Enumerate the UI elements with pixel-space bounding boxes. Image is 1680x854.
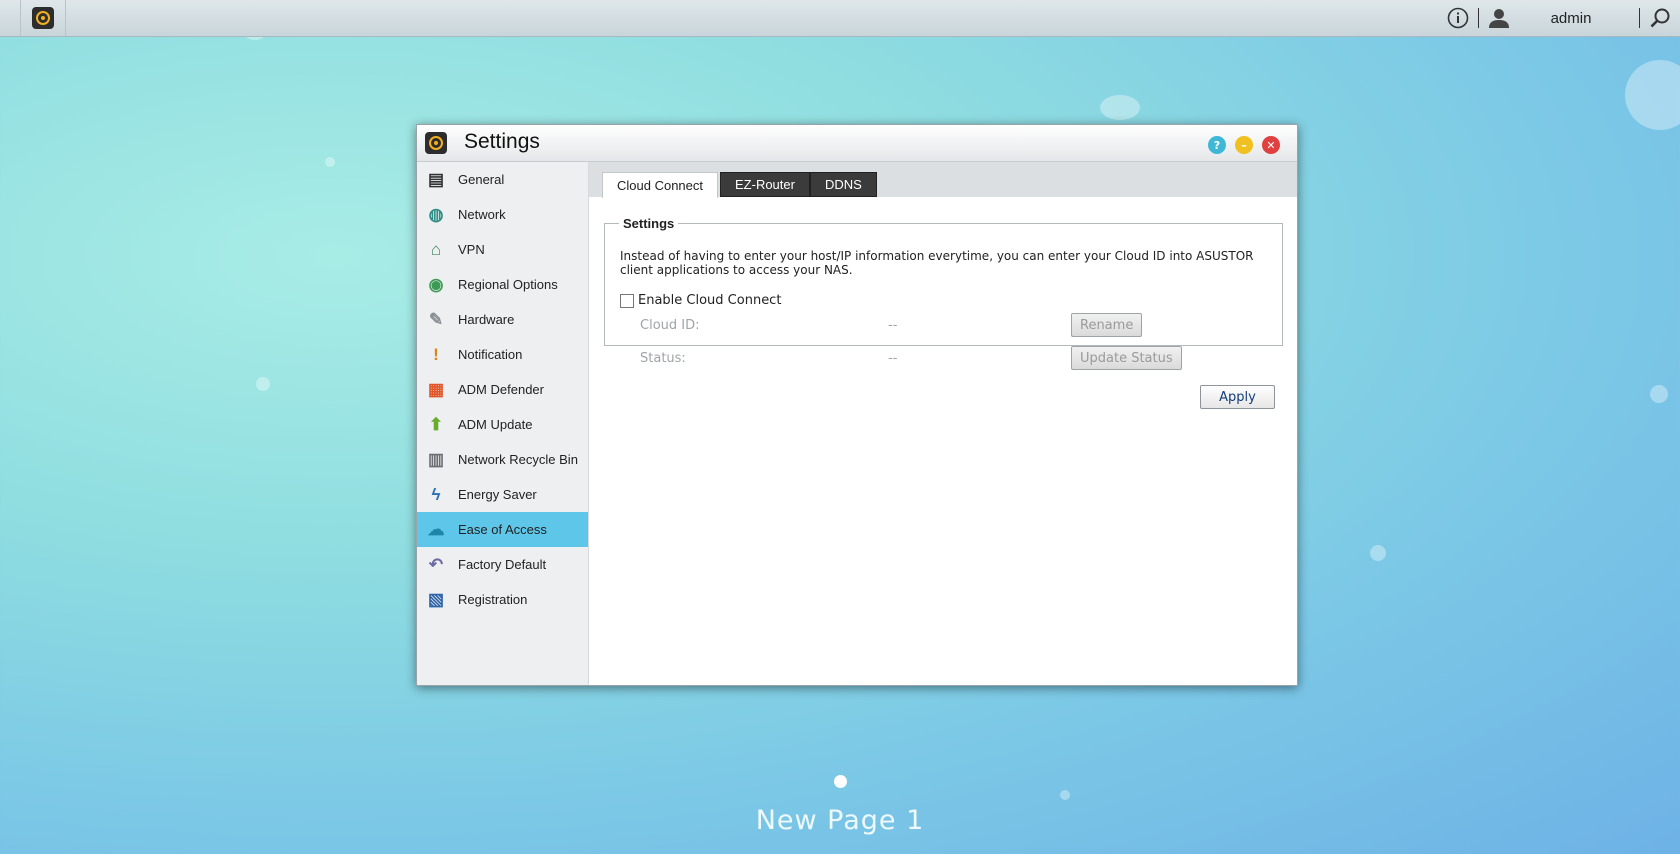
page-indicator-dot[interactable] xyxy=(834,775,847,788)
firewall-icon: ▦ xyxy=(427,379,445,399)
desktop-page-name: New Page 1 xyxy=(755,805,925,836)
background-bokeh xyxy=(1100,95,1140,120)
clipboard-icon: ▧ xyxy=(427,589,445,609)
sidebar-item-energy-saver[interactable]: ϟ Energy Saver xyxy=(417,477,588,512)
user-icon[interactable] xyxy=(1487,6,1511,30)
app-launcher-button[interactable] xyxy=(20,0,66,36)
sidebar-item-label: ADM Update xyxy=(458,417,533,432)
settings-window: Settings ? – ✕ ▤ General ◍ Network ⌂ VPN ◉ Regi… xyxy=(416,124,1298,686)
sidebar-item-label: Ease of Access xyxy=(458,522,547,537)
enable-cloud-connect-label[interactable]: Enable Cloud Connect xyxy=(638,293,781,308)
arrow-up-icon: ⬆ xyxy=(428,414,444,434)
sidebar-item-label: Hardware xyxy=(458,312,515,327)
cloud-id-value: -- xyxy=(888,318,898,333)
sidebar-item-network-recycle-bin[interactable]: ▥ Network Recycle Bin xyxy=(417,442,588,477)
settings-content: Cloud Connect EZ-Router DDNS Settings In… xyxy=(589,162,1297,685)
divider xyxy=(1478,8,1479,28)
tab-bar: Cloud Connect EZ-Router DDNS xyxy=(589,162,1297,198)
username-label[interactable]: admin xyxy=(1511,10,1631,27)
minimize-icon[interactable]: – xyxy=(1235,136,1253,154)
background-bokeh xyxy=(1625,60,1680,130)
update-status-button[interactable]: Update Status xyxy=(1071,346,1182,370)
rename-button[interactable]: Rename xyxy=(1071,313,1143,337)
group-legend: Settings xyxy=(623,216,675,231)
server-icon: ▤ xyxy=(427,169,445,189)
trash-icon: ▥ xyxy=(427,449,445,469)
status-label: Status: xyxy=(640,351,686,366)
background-bokeh xyxy=(1370,545,1386,561)
sidebar-item-vpn[interactable]: ⌂ VPN xyxy=(417,232,588,267)
window-title: Settings xyxy=(464,130,540,153)
background-bokeh xyxy=(325,157,335,167)
sidebar-item-regional-options[interactable]: ◉ Regional Options xyxy=(417,267,588,302)
undo-icon: ↶ xyxy=(428,554,444,574)
cloud-id-label: Cloud ID: xyxy=(640,318,700,333)
tab-ddns[interactable]: DDNS xyxy=(810,172,877,197)
asustor-logo-icon xyxy=(32,7,54,29)
sidebar-item-notification[interactable]: ! Notification xyxy=(417,337,588,372)
sidebar-item-hardware[interactable]: ✎ Hardware xyxy=(417,302,588,337)
tab-ez-router[interactable]: EZ-Router xyxy=(720,172,810,197)
sidebar-item-adm-update[interactable]: ⬆ ADM Update xyxy=(417,407,588,442)
settings-group: Settings Instead of having to enter your… xyxy=(604,216,1283,370)
background-bokeh xyxy=(1650,385,1668,403)
sidebar-item-ease-of-access[interactable]: ☁ Ease of Access xyxy=(417,512,588,547)
background-bokeh xyxy=(256,377,270,391)
settings-app-icon xyxy=(425,132,447,154)
sidebar-item-label: Energy Saver xyxy=(458,487,537,502)
exclamation-icon: ! xyxy=(433,344,439,364)
wrench-icon: ✎ xyxy=(428,309,444,329)
sidebar-item-label: Regional Options xyxy=(458,277,558,292)
apply-button[interactable]: Apply xyxy=(1200,385,1275,409)
help-icon[interactable]: ? xyxy=(1208,136,1226,154)
globe-pin-icon: ◉ xyxy=(428,274,444,294)
sidebar-item-network[interactable]: ◍ Network xyxy=(417,197,588,232)
sidebar-item-label: General xyxy=(458,172,505,187)
taskbar-right-group: admin xyxy=(1446,0,1680,36)
sidebar-item-general[interactable]: ▤ General xyxy=(417,162,588,197)
sidebar-item-label: Factory Default xyxy=(458,557,547,572)
divider xyxy=(1639,8,1640,28)
background-bokeh xyxy=(1060,790,1070,800)
cloud-connect-description: Instead of having to enter your host/IP … xyxy=(620,249,1254,277)
lightning-icon: ϟ xyxy=(431,484,441,504)
info-icon[interactable] xyxy=(1446,6,1470,30)
tab-cloud-connect[interactable]: Cloud Connect xyxy=(602,172,718,198)
sidebar-item-label: VPN xyxy=(458,242,485,257)
sidebar-item-label: ADM Defender xyxy=(458,382,544,397)
sidebar-item-adm-defender[interactable]: ▦ ADM Defender xyxy=(417,372,588,407)
top-taskbar: admin xyxy=(0,0,1680,37)
search-icon[interactable] xyxy=(1648,6,1672,30)
settings-sidebar: ▤ General ◍ Network ⌂ VPN ◉ Regional Options ✎ Ha… xyxy=(417,162,589,685)
sidebar-item-label: Notification xyxy=(458,347,523,362)
status-value: -- xyxy=(888,351,898,366)
window-titlebar[interactable]: Settings ? – ✕ xyxy=(417,125,1297,162)
sidebar-item-label: Registration xyxy=(458,592,528,607)
vpn-house-icon: ⌂ xyxy=(430,239,442,259)
globe-icon: ◍ xyxy=(428,204,444,224)
enable-cloud-connect-row[interactable]: Enable Cloud Connect xyxy=(620,293,781,308)
enable-cloud-connect-checkbox[interactable] xyxy=(620,293,634,308)
sidebar-item-label: Network xyxy=(458,207,506,222)
sidebar-item-registration[interactable]: ▧ Registration xyxy=(417,582,588,617)
sidebar-item-label: Network Recycle Bin xyxy=(458,452,578,467)
close-icon[interactable]: ✕ xyxy=(1262,136,1280,154)
cloud-upload-icon: ☁ xyxy=(427,519,445,539)
sidebar-item-factory-default[interactable]: ↶ Factory Default xyxy=(417,547,588,582)
